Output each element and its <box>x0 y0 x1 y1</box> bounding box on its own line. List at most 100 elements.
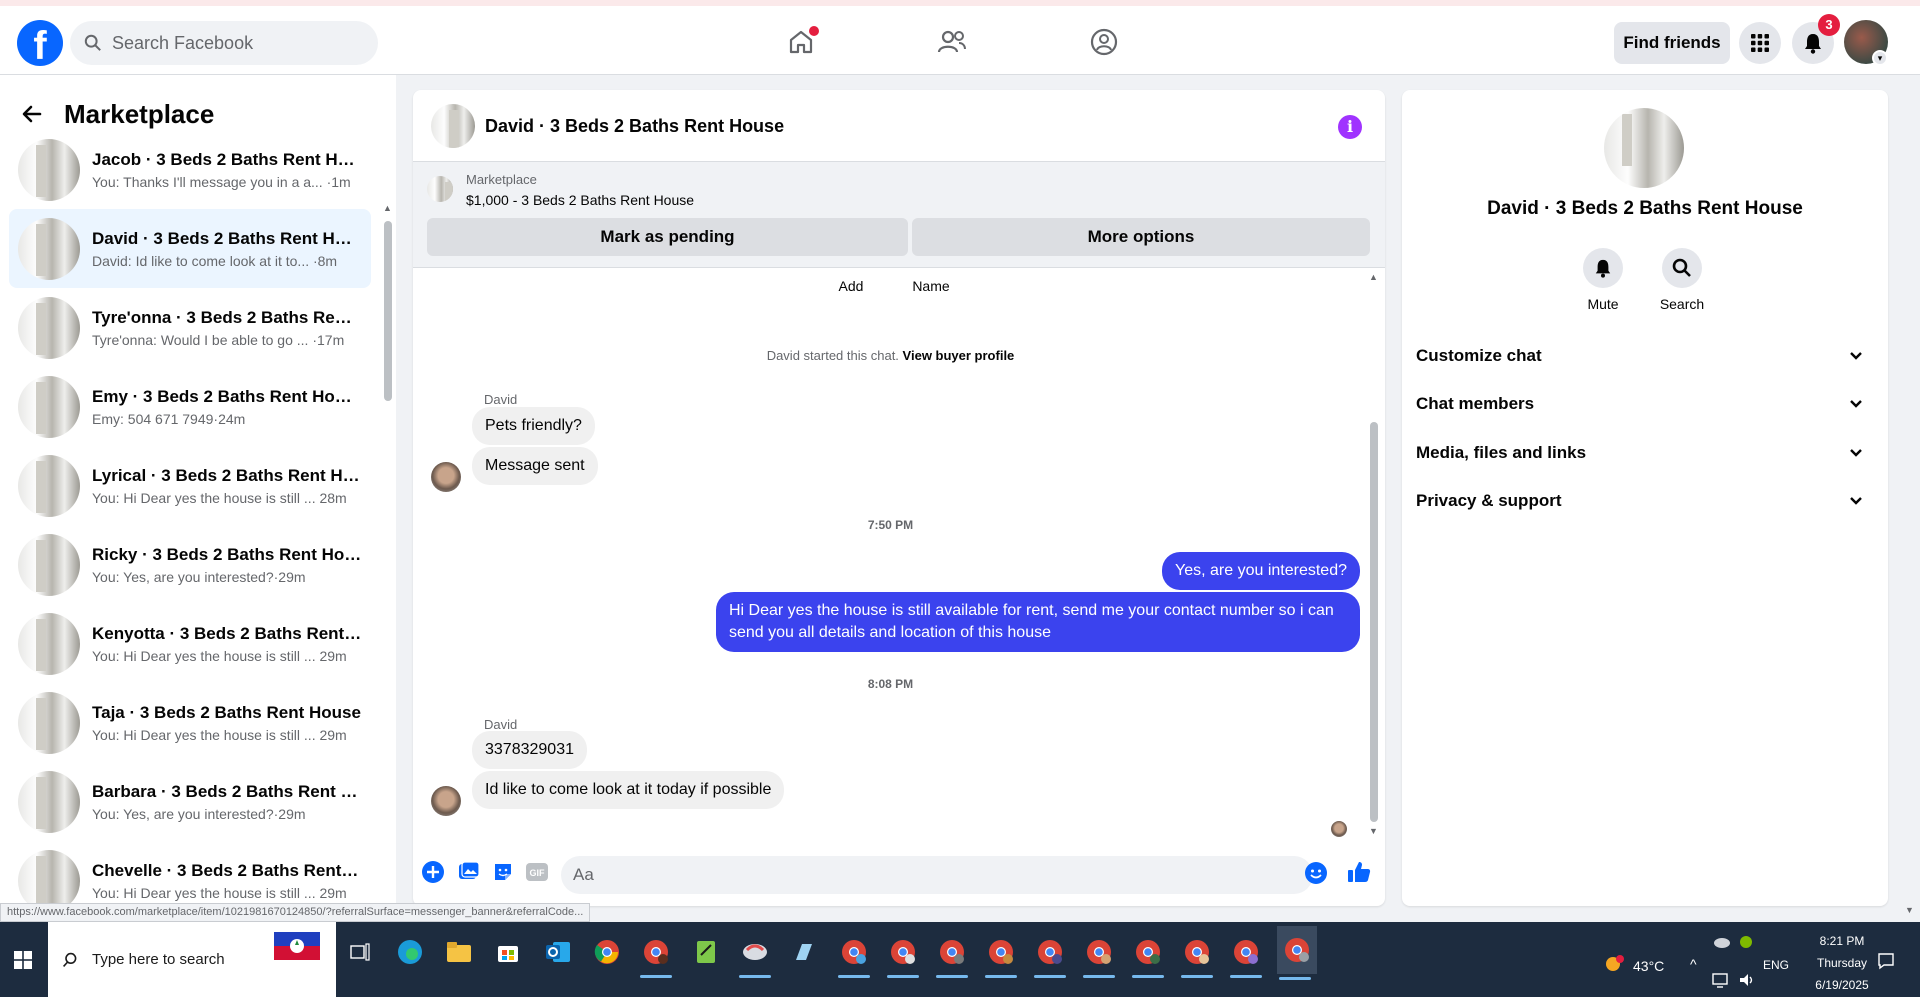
paint-icon[interactable] <box>786 932 822 972</box>
message-list: Add Name David started this chat. View b… <box>413 268 1385 844</box>
info-icon[interactable]: i <box>1338 115 1362 139</box>
clock-day[interactable]: Thursday <box>1808 956 1876 970</box>
customize-chat-section[interactable]: Customize chat <box>1416 336 1866 376</box>
chrome-window-icon[interactable] <box>983 932 1019 978</box>
chrome-window-icon[interactable] <box>836 932 872 978</box>
attach-photo-button[interactable] <box>457 860 481 884</box>
network-icon[interactable] <box>1712 972 1730 993</box>
search-in-chat-action[interactable]: Search <box>1642 248 1722 312</box>
bell-icon <box>1805 34 1821 54</box>
chevron-down-icon <box>1846 491 1866 511</box>
show-hidden-icons-chevron-up-icon[interactable]: ^ <box>1690 956 1697 972</box>
more-options-button[interactable]: More options <box>912 218 1370 256</box>
sender-avatar[interactable] <box>431 786 461 816</box>
home-nav-button[interactable] <box>781 22 821 62</box>
section-label: Privacy & support <box>1416 491 1562 510</box>
add-action-label[interactable]: Add <box>821 278 881 294</box>
chrome-icon[interactable] <box>589 932 625 972</box>
volume-icon[interactable] <box>1738 972 1756 993</box>
bell-icon <box>1595 259 1611 278</box>
notepad-icon[interactable] <box>688 932 724 972</box>
outlook-icon[interactable] <box>540 932 576 972</box>
facebook-logo[interactable]: f <box>17 20 63 66</box>
clock-time[interactable]: 8:21 PM <box>1808 934 1876 948</box>
conversation-snippet: Tyre'onna: Would I be able to go ... ·17… <box>92 331 345 348</box>
page-scroll-down-arrow-icon[interactable]: ▼ <box>1905 905 1914 915</box>
outgoing-message[interactable]: Yes, are you interested? <box>1162 552 1360 590</box>
sender-avatar[interactable] <box>431 462 461 492</box>
conversation-item[interactable]: Barbara · 3 Beds 2 Baths Rent H... You: Y… <box>9 762 371 841</box>
weather-temperature[interactable]: 43°C <box>1633 958 1664 974</box>
section-label: Media, files and links <box>1416 443 1587 462</box>
listing-thumbnail <box>18 533 80 596</box>
clock-date[interactable]: 6/19/2025 <box>1808 978 1876 992</box>
search-highlight-flag-icon[interactable] <box>272 926 324 967</box>
weather-icon[interactable] <box>1603 954 1627 979</box>
start-button[interactable] <box>0 922 46 997</box>
language-indicator[interactable]: ENG <box>1763 958 1789 972</box>
message-input[interactable] <box>561 856 1313 894</box>
scroll-up-arrow-icon[interactable]: ▲ <box>383 203 392 213</box>
chevron-down-icon <box>1846 394 1866 414</box>
add-more-button[interactable] <box>421 860 445 884</box>
groups-nav-button[interactable] <box>1084 22 1124 62</box>
action-center-icon[interactable] <box>1877 952 1895 975</box>
conversation-item-active[interactable]: David · 3 Beds 2 Baths Rent House David: … <box>9 209 371 288</box>
file-explorer-icon[interactable] <box>441 932 477 972</box>
privacy-support-section[interactable]: Privacy & support <box>1416 481 1866 521</box>
chrome-window-icon-active[interactable] <box>1277 926 1317 980</box>
edge-icon[interactable] <box>392 932 428 972</box>
scroll-up-arrow-icon[interactable]: ▲ <box>1369 272 1378 282</box>
conversation-item[interactable]: Lyrical · 3 Beds 2 Baths Rent Hou... You:… <box>9 446 371 525</box>
sticker-button[interactable] <box>491 860 515 884</box>
name-action-label[interactable]: Name <box>901 278 961 294</box>
chrome-window-icon[interactable] <box>1081 932 1117 978</box>
chat-title[interactable]: David · 3 Beds 2 Baths Rent House <box>485 116 784 137</box>
conversation-item[interactable]: Tyre'onna · 3 Beds 2 Baths Rent ... Tyre'… <box>9 288 371 367</box>
chrome-window-icon[interactable] <box>1130 932 1166 978</box>
snipping-tool-icon[interactable] <box>737 932 773 978</box>
incoming-message[interactable]: Pets friendly? <box>472 407 595 445</box>
chrome-profile-icon[interactable] <box>638 932 674 978</box>
chat-avatar[interactable] <box>431 104 475 148</box>
conversation-item[interactable]: Kenyotta · 3 Beds 2 Baths Rent H... You: … <box>9 604 371 683</box>
friends-nav-button[interactable] <box>932 22 972 62</box>
gif-button[interactable]: GIF <box>525 860 549 884</box>
media-files-links-section[interactable]: Media, files and links <box>1416 433 1866 473</box>
mark-as-pending-button[interactable]: Mark as pending <box>427 218 908 256</box>
emoji-button[interactable] <box>1305 862 1327 884</box>
incoming-message[interactable]: Message sent <box>472 447 598 485</box>
like-send-button[interactable] <box>1347 860 1371 884</box>
chrome-window-icon[interactable] <box>1179 932 1215 978</box>
search-facebook-input[interactable]: Search Facebook <box>70 21 378 65</box>
menu-button[interactable] <box>1739 22 1781 64</box>
chrome-window-icon[interactable] <box>885 932 921 978</box>
view-buyer-profile-link[interactable]: View buyer profile <box>903 348 1015 363</box>
chrome-window-icon[interactable] <box>934 932 970 978</box>
chrome-window-icon[interactable] <box>1228 932 1264 978</box>
contact-avatar[interactable] <box>1604 108 1684 188</box>
conversation-item[interactable]: Ricky · 3 Beds 2 Baths Rent House You: Ye… <box>9 525 371 604</box>
listing-link[interactable]: $1,000 - 3 Beds 2 Baths Rent House <box>466 192 694 208</box>
mute-action[interactable]: Mute <box>1563 248 1643 312</box>
conversation-item[interactable]: Emy · 3 Beds 2 Baths Rent House Emy: 504 … <box>9 367 371 446</box>
outgoing-message[interactable]: Hi Dear yes the house is still available… <box>716 592 1360 652</box>
store-icon[interactable] <box>490 932 526 972</box>
sidebar-scrollbar[interactable] <box>384 221 392 401</box>
back-arrow-icon[interactable] <box>20 102 44 126</box>
onedrive-icon[interactable] <box>1712 934 1752 955</box>
find-friends-button[interactable]: Find friends <box>1614 22 1730 64</box>
mute-label: Mute <box>1587 296 1619 312</box>
chat-members-section[interactable]: Chat members <box>1416 384 1866 424</box>
chat-scrollbar[interactable] <box>1370 422 1378 822</box>
incoming-message[interactable]: 3378329031 <box>472 731 587 769</box>
conversation-item[interactable]: Taja · 3 Beds 2 Baths Rent House You: Hi … <box>9 683 371 762</box>
incoming-message[interactable]: Id like to come look at it today if poss… <box>472 771 785 809</box>
scroll-down-arrow-icon[interactable]: ▼ <box>1369 826 1378 836</box>
conversation-name: Jacob · 3 Beds 2 Baths Rent House <box>92 149 362 169</box>
conversation-item[interactable]: Jacob · 3 Beds 2 Baths Rent House You: Th… <box>9 130 371 209</box>
conversation-name: Kenyotta · 3 Beds 2 Baths Rent H... <box>92 623 362 643</box>
chrome-window-icon[interactable] <box>1032 932 1068 978</box>
account-chevron-down-icon[interactable]: ▾ <box>1872 50 1888 66</box>
task-view-icon[interactable] <box>342 932 378 972</box>
